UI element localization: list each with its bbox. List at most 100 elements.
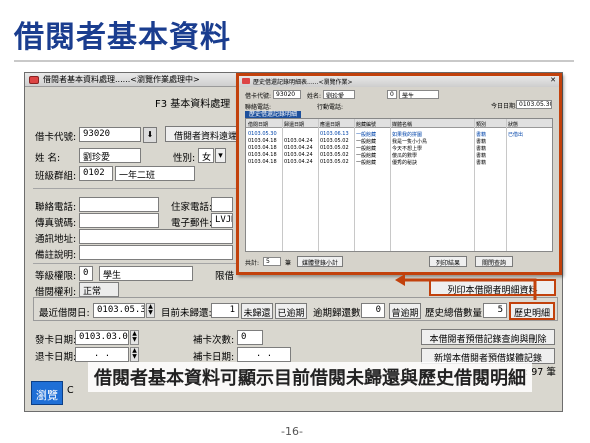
history-popup: 歷史借還記錄明細表......<瀏覽作業> ✕ 借卡代號: 93020 姓名: … <box>236 73 562 275</box>
grid-line <box>506 119 507 251</box>
last-borrow-label: 最近借閱日: <box>39 308 90 319</box>
grid-cell[interactable]: 0103.04.18 <box>248 152 282 158</box>
email-label: 電子郵件: <box>171 218 213 229</box>
grid-column-header[interactable]: 媒體名稱 <box>392 121 474 128</box>
unreturned-button[interactable]: 未歸還 <box>241 303 273 319</box>
popup-close-button[interactable]: 關閉查詢 <box>475 256 513 267</box>
card-no-label: 借卡代號: <box>35 132 77 143</box>
overdue-button[interactable]: 已逾期 <box>275 303 307 319</box>
slide-caption: 借閱者基本資料可顯示目前借閱未歸還與歷史借閱明細 <box>88 362 532 392</box>
grid-cell[interactable]: 今天不想上學 <box>392 145 474 152</box>
grid-line <box>282 119 283 251</box>
email-field[interactable]: LVJMCCC <box>211 213 233 228</box>
cancel-date-field[interactable]: . . <box>75 347 129 362</box>
cancel-date-spinner[interactable]: ▲ ▼ <box>130 347 139 362</box>
main-window-title: 借閱者基本資料處理......<瀏覽作業處理中> <box>43 75 200 84</box>
grid-cell[interactable]: 0103.05.02 <box>320 145 354 151</box>
fax-label: 傳真號碼: <box>35 218 77 229</box>
date-spinner[interactable]: ▲ ▼ <box>146 303 155 318</box>
popup-level-code: 0 <box>387 90 397 99</box>
popup-sort-button[interactable]: 媒體登錄小計 <box>297 256 343 267</box>
grid-cell[interactable]: 一般館藏 <box>356 138 390 145</box>
issue-date-spinner[interactable]: ▲ ▼ <box>130 330 139 345</box>
grid-cell[interactable]: 0103.06.13 <box>320 131 354 137</box>
grid-cell[interactable]: 書籍 <box>476 159 506 166</box>
gender-field[interactable]: 女 <box>198 148 214 163</box>
grid-cell[interactable]: 0103.04.18 <box>248 145 282 151</box>
grid-column-header[interactable]: 應還日期 <box>320 121 354 128</box>
grid-line <box>474 119 475 251</box>
grid-cell[interactable]: 書籍 <box>476 138 506 145</box>
grid-cell[interactable]: 0103.04.24 <box>284 145 318 151</box>
phone-label: 聯絡電話: <box>35 202 77 213</box>
reserve-query-button[interactable]: 本借閱者預借記錄查詢與刪除 <box>421 329 555 345</box>
phone-field[interactable] <box>79 197 159 212</box>
grid-cell[interactable]: 0103.05.02 <box>320 159 354 165</box>
card-lookup-button[interactable]: ⬇ <box>143 127 157 143</box>
class-code-field[interactable]: 0102 <box>79 166 113 181</box>
address-field[interactable] <box>79 229 233 244</box>
last-borrow-field: 0103.05.30 <box>93 303 145 318</box>
grid-cell[interactable]: 書籍 <box>476 145 506 152</box>
class-name-field[interactable]: 一年二班 <box>115 166 195 181</box>
close-icon[interactable]: ✕ <box>550 76 556 84</box>
fax-field[interactable] <box>79 213 159 228</box>
overdue-count-label: 逾期歸還數: <box>313 308 364 319</box>
grid-cell[interactable]: 一般館藏 <box>356 152 390 159</box>
history-grid[interactable]: 借閱日期 歸還日期 應還日期 館藏編號 媒體名稱 類別 狀態 0103.05.30 0103.0… <box>245 118 553 252</box>
popup-name-label: 姓名: <box>307 93 322 100</box>
popup-unit: 筆 <box>285 260 292 267</box>
name-field[interactable]: 劉珍愛 <box>79 148 141 163</box>
grid-cell[interactable]: 我是一隻小小鳥 <box>392 138 474 145</box>
grid-cell[interactable]: 一般館藏 <box>356 131 390 138</box>
grid-line <box>354 119 355 251</box>
popup-section-title: 歷史借還記錄明細 <box>245 111 302 118</box>
grid-cell[interactable]: 0103.04.24 <box>284 159 318 165</box>
browse-button[interactable]: 瀏覽 <box>31 381 63 405</box>
card-no-field[interactable]: 93020 <box>79 127 141 142</box>
home-phone-field[interactable] <box>211 197 233 212</box>
grid-column-header[interactable]: 借閱日期 <box>248 121 282 128</box>
reissue-date-field[interactable]: . . <box>237 347 291 362</box>
limit-label: 限借 <box>215 271 235 282</box>
grid-cell[interactable]: 0103.04.24 <box>284 138 318 144</box>
grid-cell[interactable]: 一般館藏 <box>356 159 390 166</box>
right-field: 正常 <box>79 282 119 297</box>
slide-title: 借閱者基本資料 <box>14 20 231 55</box>
grid-cell[interactable]: 0103.05.02 <box>320 138 354 144</box>
popup-card-field: 93020 <box>273 90 301 99</box>
issue-date-label: 發卡日期: <box>35 335 77 346</box>
popup-total-label: 共計: <box>245 260 260 267</box>
grid-cell[interactable]: 0103.04.18 <box>248 159 282 165</box>
grid-column-header[interactable]: 類別 <box>476 121 506 128</box>
remark-field[interactable] <box>79 245 233 260</box>
popup-name-field: 劉珍愛 <box>323 90 355 99</box>
issue-date-field[interactable]: 0103.03.05 <box>75 330 129 345</box>
popup-print-button[interactable]: 列印結果 <box>429 256 467 267</box>
grid-cell[interactable]: 優秀的秘訣 <box>392 159 474 166</box>
grid-cell[interactable]: 書籍 <box>476 131 506 138</box>
grid-cell[interactable]: 0103.05.30 <box>248 131 282 137</box>
address-label: 通訊地址: <box>35 234 77 245</box>
reissue-count-label: 補卡次數: <box>193 335 235 346</box>
overdue-count-field: 0 <box>361 303 385 318</box>
popup-titlebar: 歷史借還記錄明細表......<瀏覽作業> ✕ <box>239 76 559 87</box>
grid-column-header[interactable]: 狀態 <box>508 121 548 128</box>
grid-cell[interactable]: 書籍 <box>476 152 506 159</box>
grid-column-header[interactable]: 歸還日期 <box>284 121 318 128</box>
grid-line <box>390 119 391 251</box>
popup-level-name: 學生 <box>399 90 439 99</box>
grid-cell[interactable]: 傻瓜的數學 <box>392 152 474 159</box>
gender-dropdown[interactable]: ▾ <box>215 148 226 163</box>
level-code-field[interactable]: 0 <box>79 266 93 281</box>
grid-cell[interactable]: 已借出 <box>508 131 548 138</box>
status-left: C <box>67 385 74 396</box>
grid-cell[interactable]: 一般館藏 <box>356 145 390 152</box>
home-phone-label: 住家電話: <box>171 202 213 213</box>
popup-title: 歷史借還記錄明細表......<瀏覽作業> <box>253 79 353 86</box>
grid-cell[interactable]: 0103.04.24 <box>284 152 318 158</box>
grid-cell[interactable]: 0103.05.02 <box>320 152 354 158</box>
grid-column-header[interactable]: 館藏編號 <box>356 121 390 128</box>
grid-cell[interactable]: 0103.04.18 <box>248 138 282 144</box>
grid-cell[interactable]: 如果我的拼圖 <box>392 131 474 138</box>
